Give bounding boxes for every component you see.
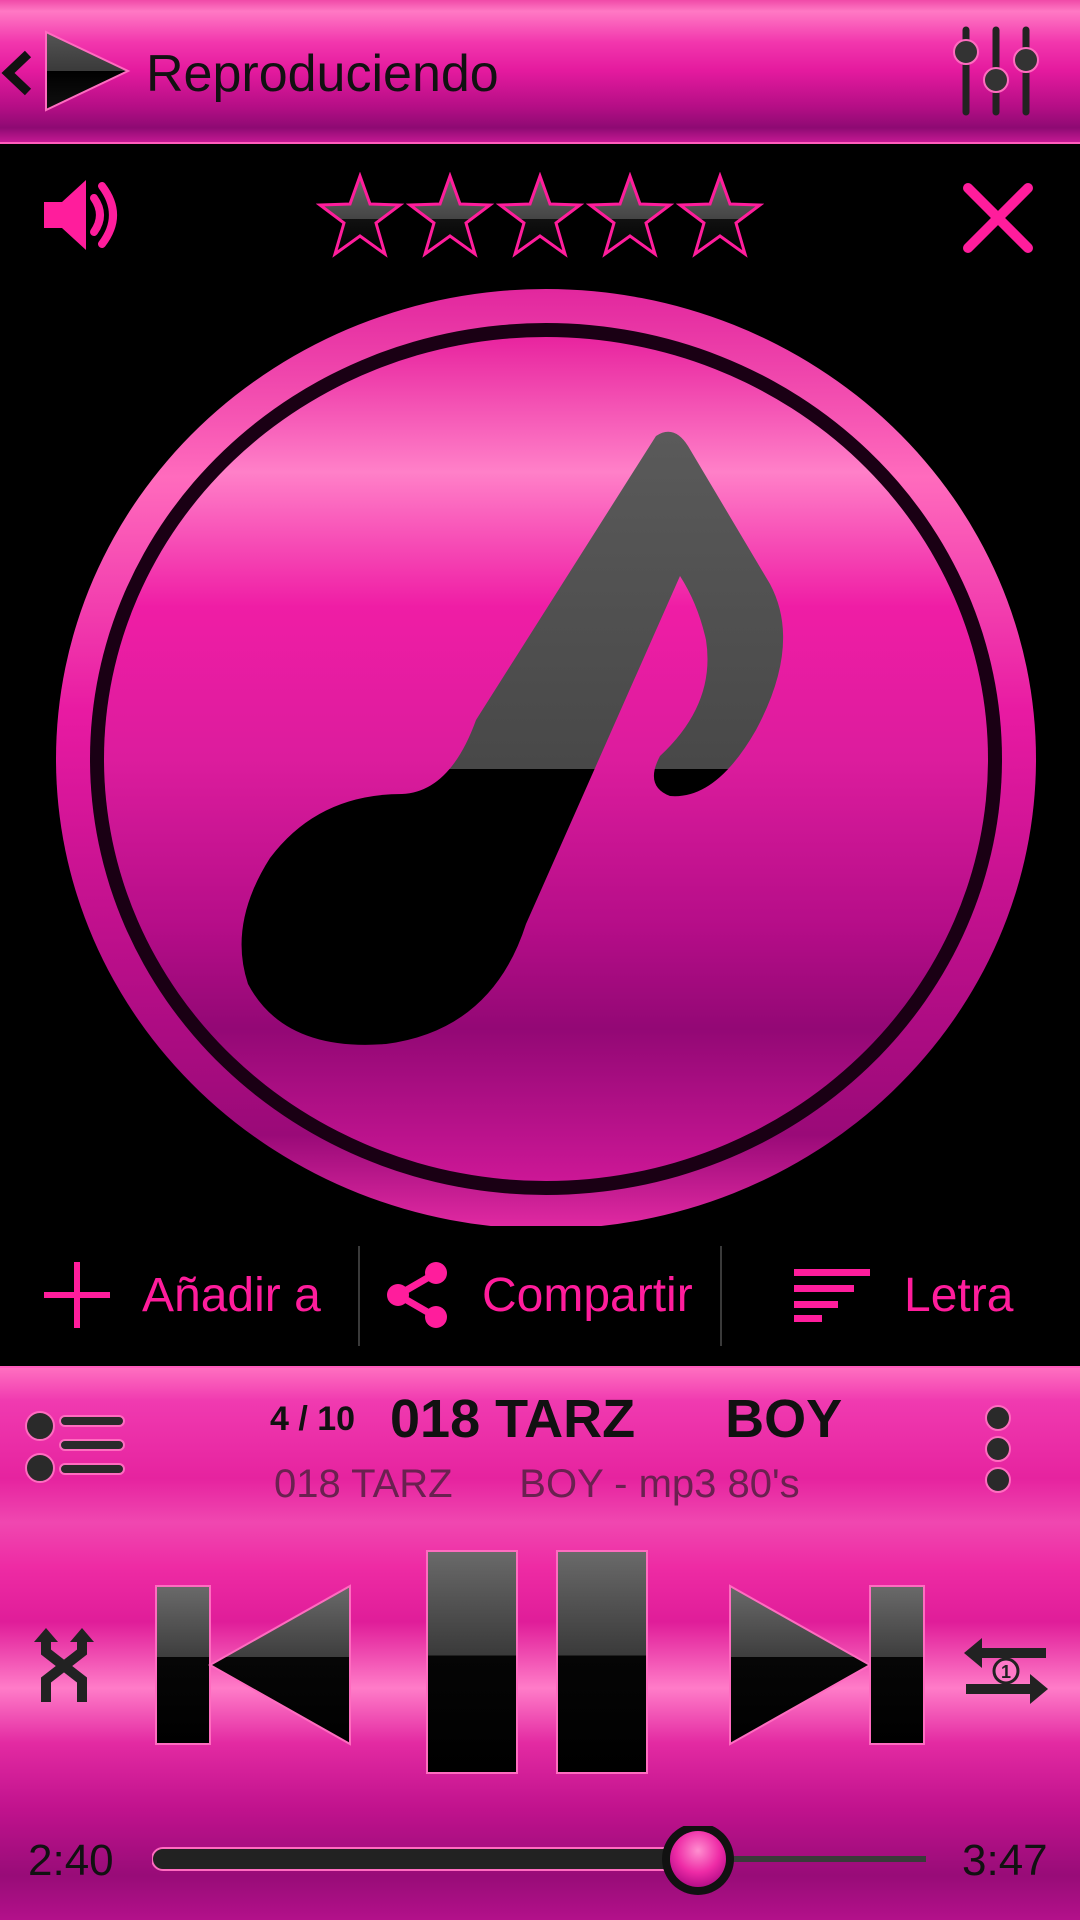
page-title: Reproduciendo — [146, 45, 499, 103]
divider — [720, 1246, 722, 1346]
seek-progress — [152, 1847, 699, 1871]
skip-previous-icon[interactable] — [154, 1582, 354, 1748]
star-rating[interactable] — [316, 172, 766, 264]
track-title: 018 TARZ BOY — [390, 1389, 843, 1449]
share-icon — [387, 1262, 447, 1328]
star-icon[interactable] — [316, 172, 404, 260]
track-counter: 4 / 10 — [270, 1400, 356, 1438]
track-subtitle: 018 TARZ BOY - mp3 80's — [274, 1462, 800, 1506]
lyrics-label: Letra — [904, 1268, 1014, 1322]
repeat-one-icon[interactable]: 1 — [964, 1636, 1048, 1706]
lyrics-button[interactable]: Letra — [792, 1240, 1042, 1350]
album-art — [56, 289, 1036, 1226]
star-icon[interactable] — [586, 172, 674, 260]
plus-icon — [44, 1262, 110, 1328]
actions-bar: Añadir a Compartir Letra — [0, 1240, 1080, 1350]
pause-icon[interactable] — [424, 1548, 650, 1776]
seek-bar[interactable] — [152, 1826, 926, 1896]
more-vertical-icon[interactable] — [976, 1404, 1020, 1494]
elapsed-time: 2:40 — [28, 1836, 114, 1885]
share-label: Compartir — [482, 1268, 693, 1322]
total-time: 3:47 — [962, 1836, 1048, 1885]
add-to-button[interactable]: Añadir a — [40, 1240, 360, 1350]
star-icon[interactable] — [406, 172, 494, 260]
equalizer-icon[interactable] — [946, 22, 1046, 120]
speaker-icon[interactable] — [40, 174, 122, 256]
close-icon[interactable] — [958, 182, 1038, 254]
shuffle-icon[interactable] — [32, 1628, 112, 1708]
svg-text:1: 1 — [1001, 1662, 1011, 1682]
playlist-icon[interactable] — [22, 1402, 128, 1492]
chevron-left-icon[interactable] — [0, 46, 36, 100]
share-button[interactable]: Compartir — [384, 1240, 714, 1350]
star-icon[interactable] — [676, 172, 764, 260]
star-icon[interactable] — [496, 172, 584, 260]
add-to-label: Añadir a — [142, 1268, 321, 1322]
seek-thumb[interactable] — [662, 1826, 734, 1895]
top-bar: Reproduciendo — [0, 0, 1080, 144]
play-icon — [45, 30, 131, 112]
lyrics-icon — [794, 1269, 870, 1322]
skip-next-icon[interactable] — [726, 1582, 926, 1748]
divider — [358, 1246, 360, 1346]
